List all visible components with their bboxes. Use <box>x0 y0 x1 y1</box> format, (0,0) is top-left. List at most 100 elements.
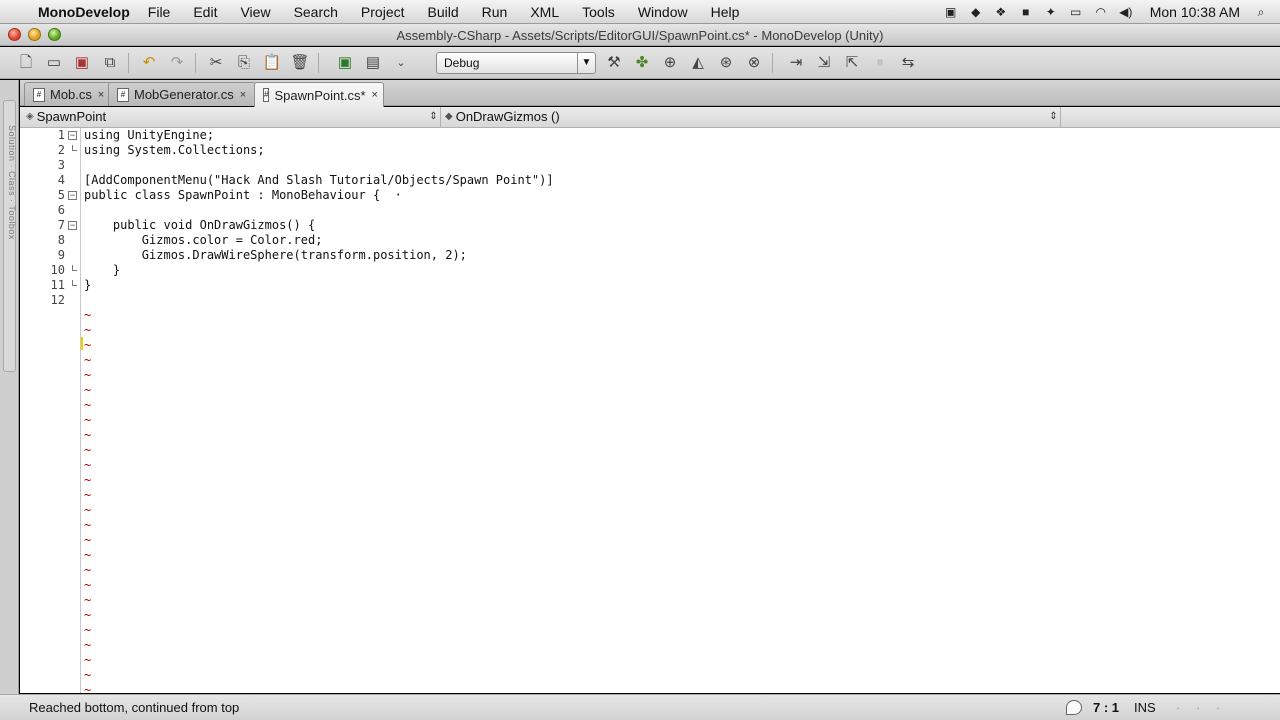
new-file-icon[interactable]: 🗋 <box>16 53 36 73</box>
menu-edit[interactable]: Edit <box>193 4 217 20</box>
evernote-icon[interactable]: ◆ <box>967 5 985 19</box>
code-line[interactable]: } <box>84 263 120 278</box>
method-icon: ◆ <box>445 111 453 122</box>
code-line[interactable]: public class SpawnPoint : MonoBehaviour … <box>84 188 402 203</box>
breakpoint-icon[interactable]: ◭ <box>688 53 708 73</box>
empty-line-tilde: ~ <box>84 638 92 652</box>
line-number: 9 <box>57 248 65 262</box>
gutter-divider <box>80 128 81 693</box>
fold-toggle-icon[interactable]: − <box>68 191 77 200</box>
code-line[interactable]: } <box>84 278 91 293</box>
speech-bubble-icon[interactable] <box>1066 700 1082 715</box>
class-icon: ◈ <box>26 111 34 122</box>
build-solution-icon[interactable]: ⚒ <box>604 53 624 73</box>
step-icon[interactable]: ⊛ <box>716 53 736 73</box>
twitter-icon[interactable]: ✦ <box>1042 5 1060 19</box>
menu-view[interactable]: View <box>240 4 270 20</box>
empty-line-tilde: ~ <box>84 428 92 442</box>
line-number: 11 <box>50 278 65 292</box>
undo-icon[interactable]: ↶ <box>139 53 159 73</box>
chevron-down-icon: ▼ <box>577 53 595 73</box>
attach-icon[interactable]: ⊕ <box>660 53 680 73</box>
volume-icon[interactable]: ◀) <box>1117 5 1135 19</box>
step-into-icon[interactable]: ⇲ <box>814 53 834 73</box>
wifi-icon[interactable]: ◠ <box>1092 5 1110 19</box>
empty-line-tilde: ~ <box>84 563 92 577</box>
debug-icon[interactable]: ⊗ <box>744 53 764 73</box>
menu-xml[interactable]: XML <box>530 4 559 20</box>
menu-project[interactable]: Project <box>361 4 405 20</box>
tab-label: SpawnPoint.cs* <box>274 87 366 103</box>
empty-line-tilde: ~ <box>84 413 92 427</box>
updown-chevron-icon[interactable]: ⇕ <box>427 107 441 127</box>
notes-icon[interactable]: ■ <box>1017 5 1035 19</box>
camera-icon[interactable]: ▣ <box>942 5 960 19</box>
empty-line-tilde: ~ <box>84 608 92 622</box>
empty-line-tilde: ~ <box>84 653 92 667</box>
updown-chevron-icon[interactable]: ⇕ <box>1047 107 1061 127</box>
close-icon[interactable]: × <box>372 89 378 101</box>
close-icon[interactable]: × <box>98 89 104 101</box>
side-panel-tab[interactable]: Solution · Class · Toolbox <box>3 100 17 372</box>
code-line[interactable]: public void OnDrawGizmos() { <box>84 218 315 233</box>
code-line[interactable]: Gizmos.color = Color.red; <box>84 233 323 248</box>
window-title: Assembly-CSharp - Assets/Scripts/EditorG… <box>396 28 884 43</box>
status-message: Reached bottom, continued from top <box>29 700 240 715</box>
tab-spawnpoint[interactable]: # SpawnPoint.cs* × <box>254 82 384 107</box>
build-icon[interactable]: ▣ <box>335 53 355 73</box>
line-number: 2 <box>57 143 65 157</box>
path-bar: ◈ SpawnPoint ⇕ ◆ OnDrawGizmos () ⇕ <box>20 107 1280 128</box>
continue-icon[interactable]: ⇆ <box>898 53 918 73</box>
tab-mobgenerator[interactable]: # MobGenerator.cs × <box>108 82 256 106</box>
class-name: SpawnPoint <box>36 109 107 124</box>
run-dropdown-icon[interactable]: ⌄ <box>391 53 411 73</box>
line-number: 1 <box>57 128 65 142</box>
cut-icon[interactable]: ✂ <box>206 53 226 73</box>
line-number: 6 <box>57 203 65 217</box>
insert-mode[interactable]: INS <box>1134 700 1156 715</box>
step-over-icon[interactable]: ⇥ <box>786 53 806 73</box>
save-icon[interactable]: ▣ <box>72 53 92 73</box>
menu-search[interactable]: Search <box>294 4 338 20</box>
code-editor[interactable]: 1 2 3 4 5 6 7 8 9 10 11 12 − − − using U… <box>20 128 1280 693</box>
line-number: 7 <box>57 218 65 232</box>
menu-build[interactable]: Build <box>428 4 459 20</box>
search-icon[interactable]: ⌕ <box>1252 5 1270 19</box>
configuration-select[interactable]: Debug ▼ <box>436 52 596 74</box>
empty-line-tilde: ~ <box>84 578 92 592</box>
menu-window[interactable]: Window <box>638 4 688 20</box>
rebuild-icon[interactable]: ▤ <box>363 53 383 73</box>
app-menu[interactable]: MonoDevelop <box>38 4 130 20</box>
class-selector[interactable]: ◈ SpawnPoint <box>26 107 106 127</box>
code-line[interactable]: [AddComponentMenu("Hack And Slash Tutori… <box>84 173 554 188</box>
empty-line-tilde: ~ <box>84 488 92 502</box>
code-line[interactable]: using System.Collections; <box>84 143 265 158</box>
pause-icon[interactable]: ⏸ <box>870 53 890 73</box>
menubar-clock[interactable]: Mon 10:38 AM <box>1150 4 1240 20</box>
menu-file[interactable]: File <box>148 4 171 20</box>
code-line[interactable]: Gizmos.DrawWireSphere(transform.position… <box>84 248 467 263</box>
empty-line-tilde: ~ <box>84 383 92 397</box>
paste-icon[interactable]: 📋 <box>262 53 282 73</box>
code-line[interactable]: using UnityEngine; <box>84 128 214 143</box>
delete-icon[interactable]: 🗑 <box>290 53 310 73</box>
close-icon[interactable]: × <box>240 89 246 101</box>
side-panel-strip: Solution · Class · Toolbox <box>0 80 19 694</box>
save-all-icon[interactable]: ⧉ <box>100 53 120 73</box>
fold-toggle-icon[interactable]: − <box>68 131 77 140</box>
open-icon[interactable]: ▭ <box>44 53 64 73</box>
menu-help[interactable]: Help <box>711 4 740 20</box>
empty-line-tilde: ~ <box>84 623 92 637</box>
redo-icon[interactable]: ↷ <box>167 53 187 73</box>
step-out-icon[interactable]: ⇱ <box>842 53 862 73</box>
dropbox-icon[interactable]: ❖ <box>992 5 1010 19</box>
fold-toggle-icon[interactable]: − <box>68 221 77 230</box>
fold-end-marker <box>72 145 77 151</box>
display-icon[interactable]: ▭ <box>1067 5 1085 19</box>
menu-tools[interactable]: Tools <box>582 4 615 20</box>
clean-icon[interactable]: ✤ <box>632 53 652 73</box>
member-selector[interactable]: ◆ OnDrawGizmos () <box>445 107 560 127</box>
menu-run[interactable]: Run <box>482 4 508 20</box>
copy-icon[interactable]: ⎘ <box>234 53 254 73</box>
line-number: 8 <box>57 233 65 247</box>
